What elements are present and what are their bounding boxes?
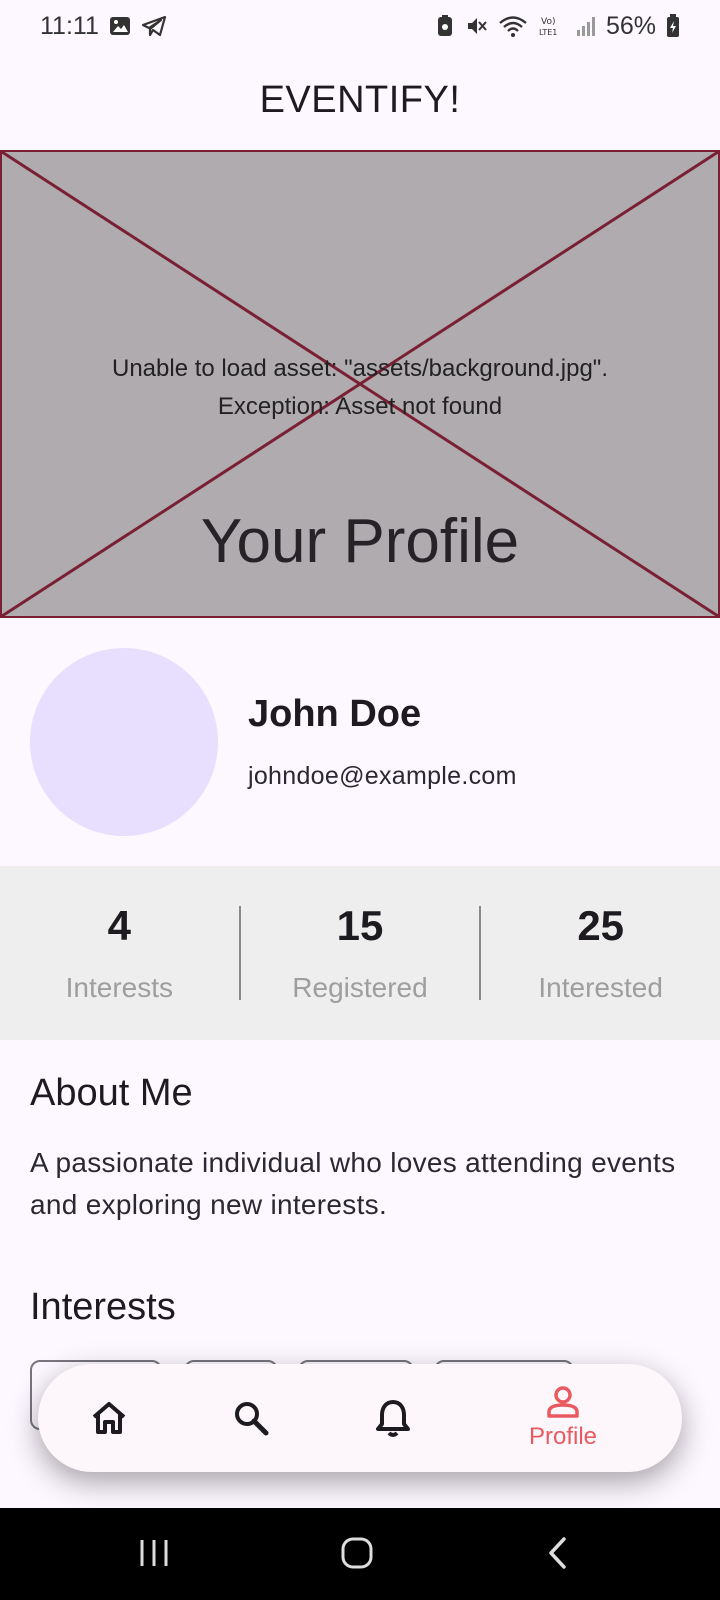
battery-icon	[666, 14, 680, 38]
stats-bar: 4 Interests 15 Registered 25 Interested	[0, 866, 720, 1040]
asset-error-line-2: Exception: Asset not found	[217, 393, 503, 420]
app-bar: EVENTIFY!	[0, 52, 720, 148]
svg-text:Vo): Vo)	[541, 17, 555, 27]
hero-image-placeholder: Unable to load asset: "assets/background…	[0, 150, 720, 618]
volte-icon: Vo) LTE1	[538, 14, 566, 38]
asset-error-line-1: Unable to load asset: "assets/background…	[111, 355, 608, 382]
stat-label: Interested	[538, 972, 663, 1003]
profile-email: johndoe@example.com	[248, 762, 517, 790]
status-left: 11:11	[40, 12, 167, 41]
profile-info: John Doe johndoe@example.com	[248, 693, 517, 791]
svg-text:LTE1: LTE1	[539, 28, 557, 37]
nav-home[interactable]	[54, 1364, 164, 1472]
profile-name: John Doe	[248, 693, 422, 735]
status-bar: 11:11 Vo) LTE1 56%	[0, 0, 720, 52]
profile-header: John Doe johndoe@example.com	[0, 618, 720, 866]
about-text: A passionate individual who loves attend…	[30, 1147, 676, 1220]
home-icon	[92, 1402, 126, 1434]
nav-profile[interactable]: Profile	[508, 1364, 618, 1472]
interests-heading: Interests	[30, 1286, 176, 1328]
about-heading: About Me	[30, 1072, 193, 1114]
system-navigation-bar	[0, 1508, 720, 1600]
gallery-icon	[109, 15, 131, 37]
nav-notifications[interactable]	[338, 1364, 448, 1472]
telegram-icon	[141, 15, 167, 37]
hero-title: Your Profile	[200, 507, 520, 576]
recent-apps-icon[interactable]	[136, 1536, 172, 1570]
nav-profile-label: Profile	[528, 1423, 598, 1450]
avatar[interactable]	[30, 648, 218, 836]
stat-value: 15	[336, 902, 384, 949]
nav-search[interactable]	[196, 1364, 306, 1472]
wifi-icon	[498, 14, 528, 38]
battery-saver-icon	[436, 14, 454, 38]
app-title: EVENTIFY!	[259, 78, 461, 121]
stat-value: 4	[107, 902, 132, 949]
bottom-navigation: Profile	[38, 1364, 682, 1472]
status-right: Vo) LTE1 56%	[436, 12, 680, 41]
search-icon	[235, 1402, 269, 1436]
battery-percent: 56%	[605, 11, 656, 40]
stat-interested: 25 Interested	[481, 902, 720, 1004]
mute-icon	[464, 14, 488, 38]
asset-error-message: Unable to load asset: "assets/background…	[2, 350, 718, 426]
stat-label: Registered	[292, 972, 428, 1003]
stat-label: Interests	[65, 972, 174, 1003]
bell-icon	[376, 1400, 410, 1437]
stat-registered: 15 Registered	[241, 902, 480, 1004]
person-icon	[547, 1386, 579, 1418]
status-time: 11:11	[40, 11, 99, 40]
signal-icon	[576, 15, 596, 37]
home-button-icon[interactable]	[340, 1536, 374, 1570]
stat-interests: 4 Interests	[0, 902, 239, 1004]
stat-value: 25	[577, 902, 625, 949]
back-icon[interactable]	[546, 1536, 570, 1570]
